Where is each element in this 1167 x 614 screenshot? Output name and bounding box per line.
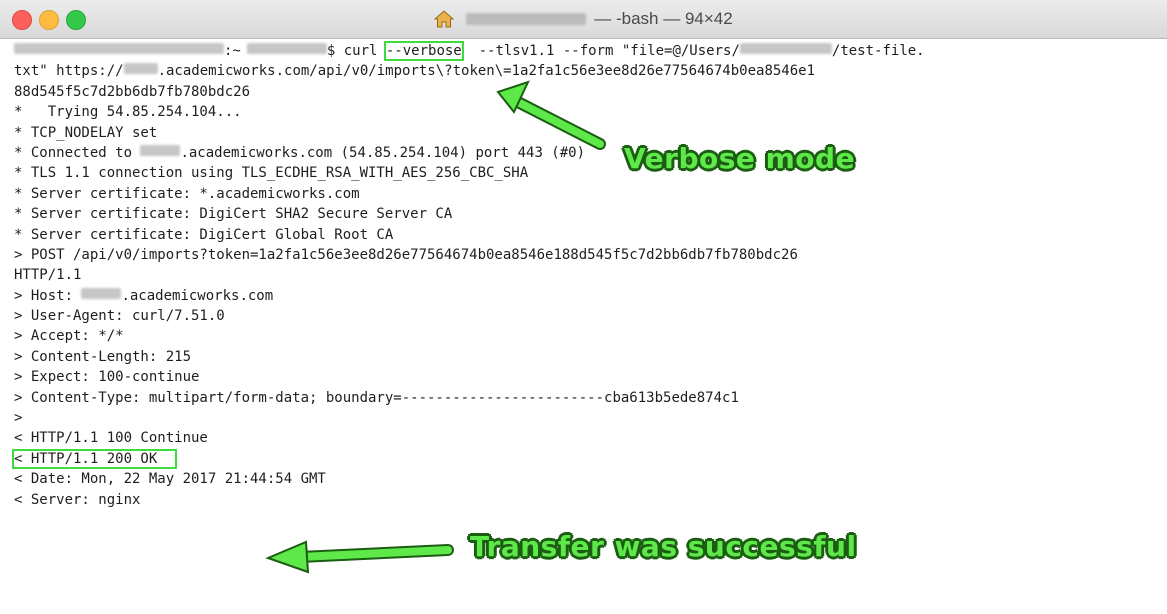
verbose-arrow xyxy=(496,80,606,150)
verbose-annotation: Verbose mode xyxy=(624,142,856,175)
annotation-arrows xyxy=(265,80,606,574)
success-annotation: Transfer was successful xyxy=(470,530,857,563)
success-arrow xyxy=(265,540,454,574)
